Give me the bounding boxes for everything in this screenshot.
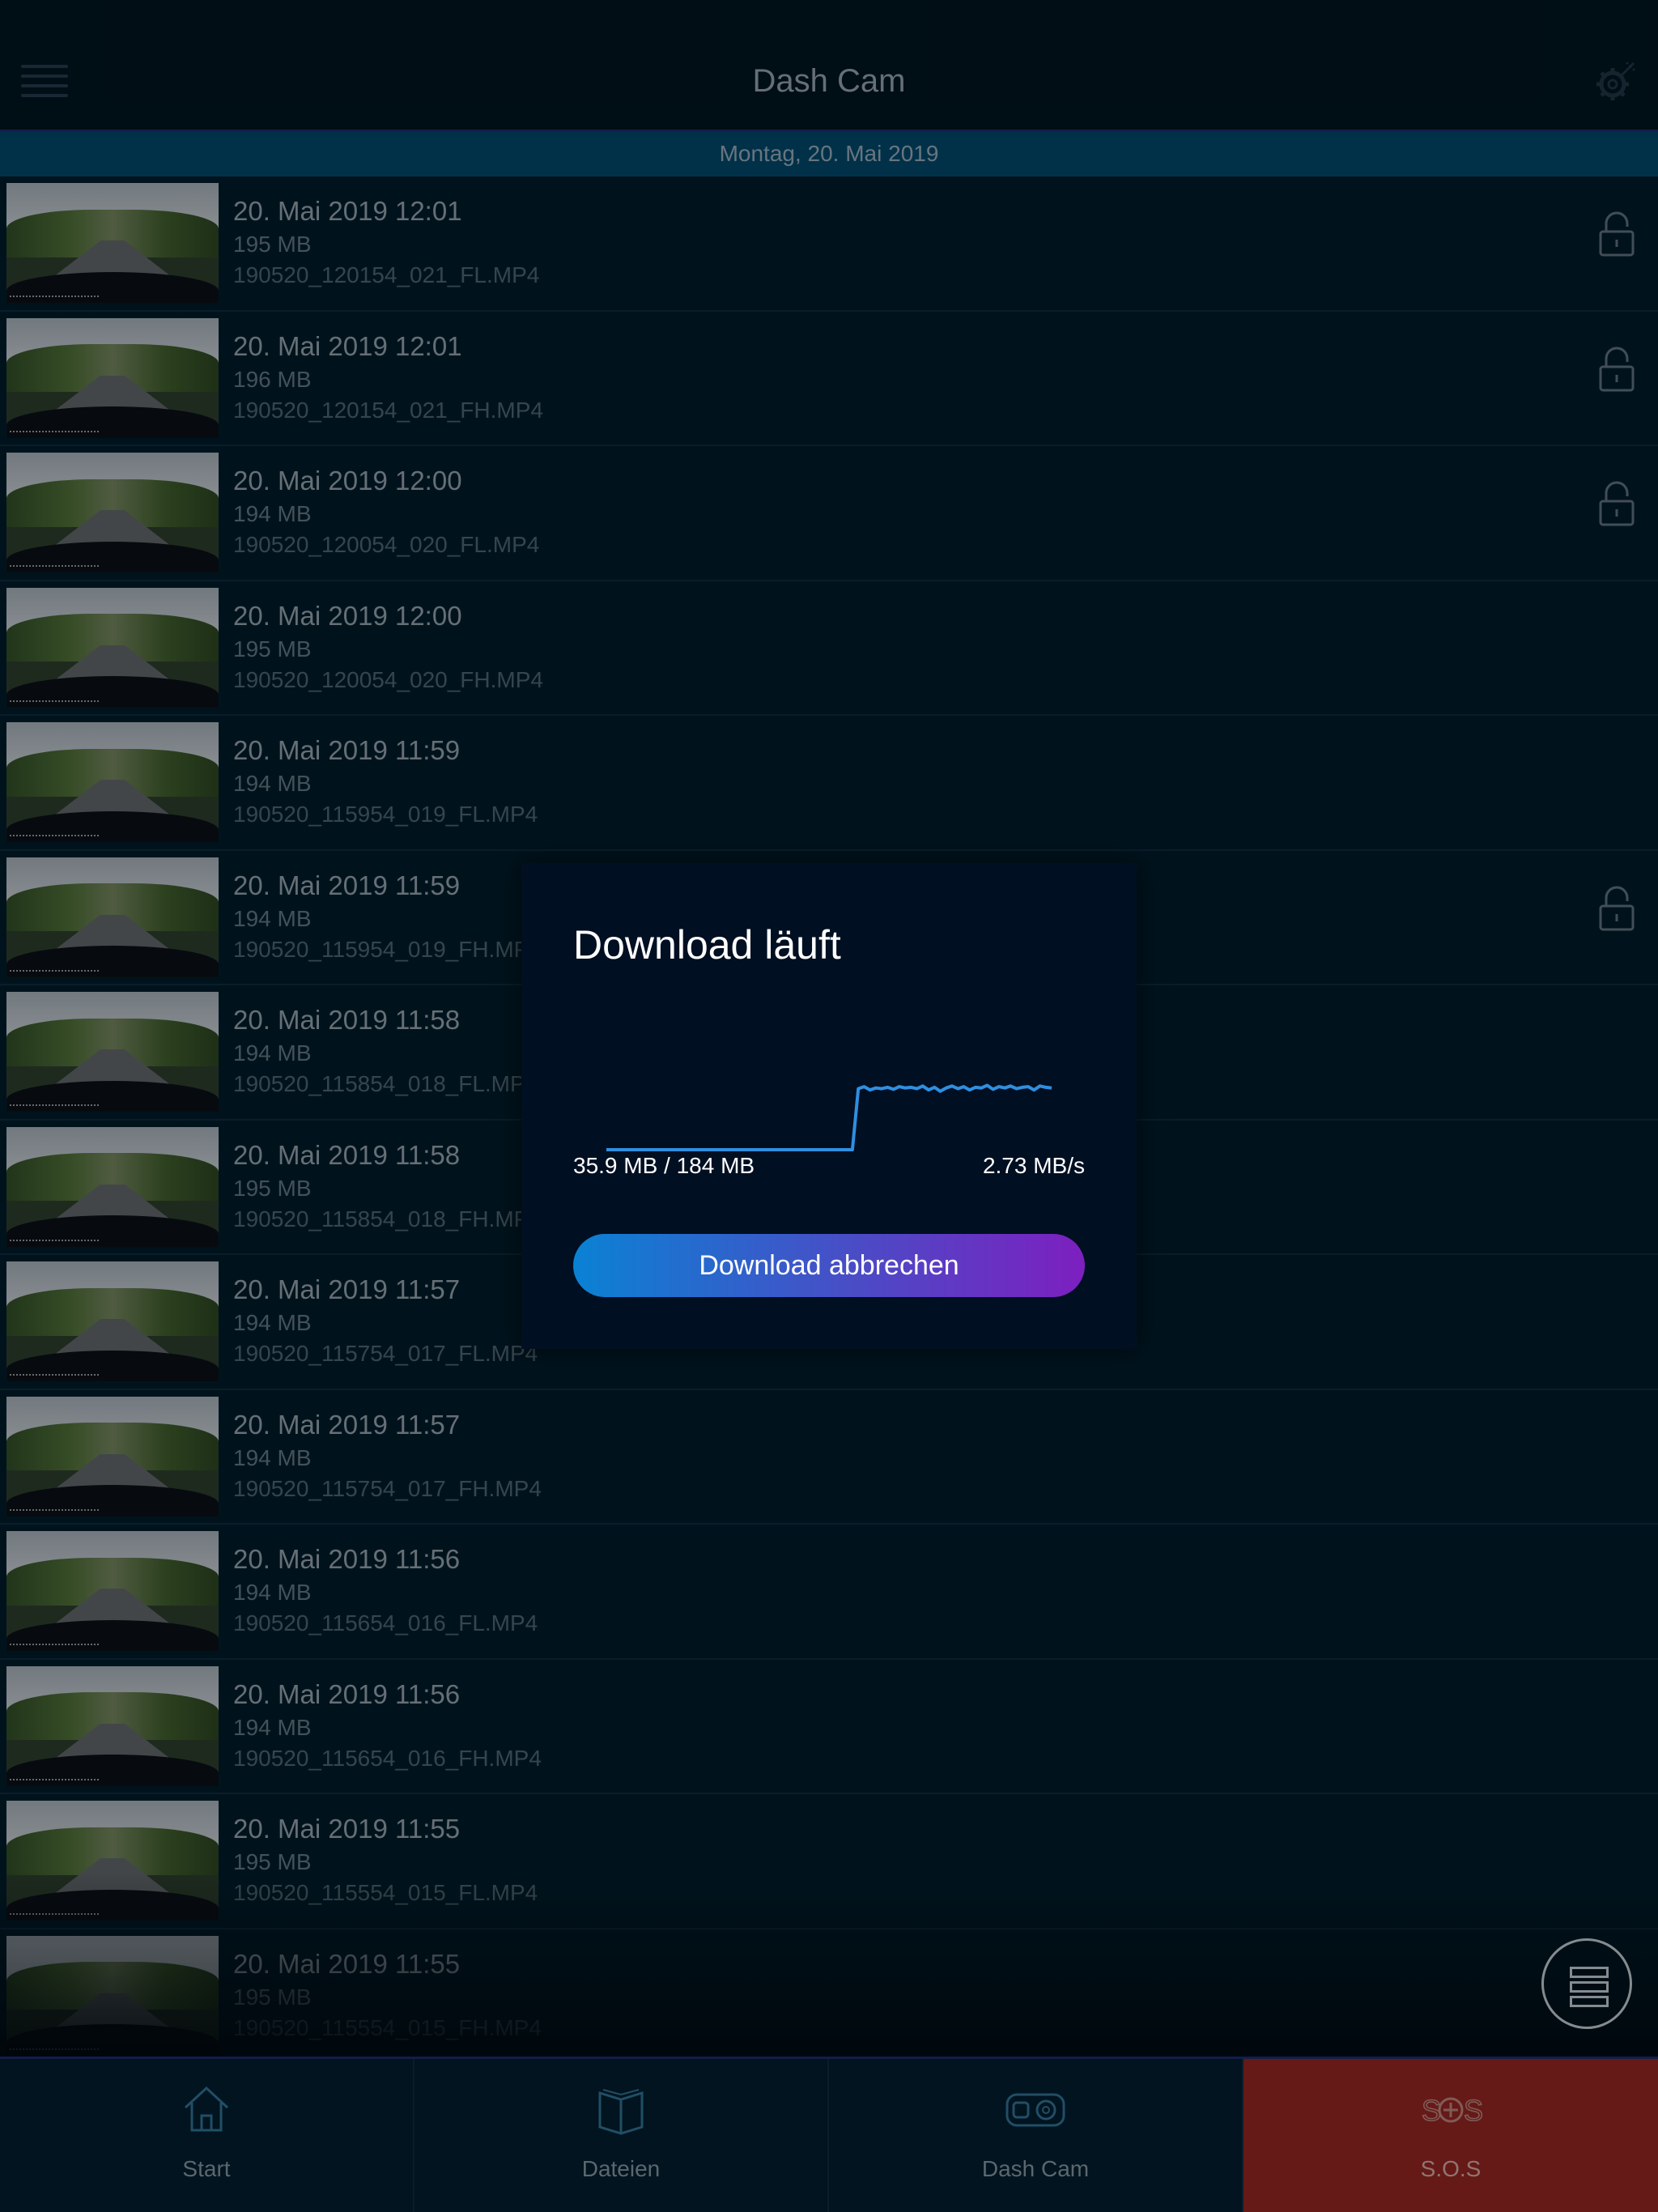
app-root: Dash Cam Montag, 20. Mai 2019 20. Mai 20… — [0, 0, 1658, 2212]
download-progress-text: 35.9 MB / 184 MB — [573, 1153, 755, 1178]
download-dialog: Download läuft 35.9 MB / 184 MB 2.73 MB/… — [521, 863, 1137, 1349]
download-speed-graph — [606, 1083, 1052, 1151]
dialog-title: Download läuft — [573, 922, 841, 968]
download-speed-text: 2.73 MB/s — [982, 1153, 1085, 1178]
cancel-download-button[interactable]: Download abbrechen — [573, 1234, 1085, 1297]
speed-graph-line — [606, 1083, 1052, 1151]
